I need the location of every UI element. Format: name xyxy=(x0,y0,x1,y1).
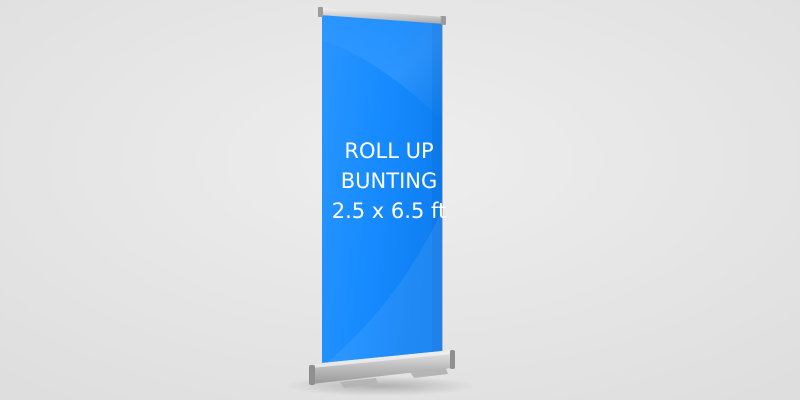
banner-line-2: BUNTING xyxy=(340,169,438,193)
banner-text: ROLL UP BUNTING 2.5 x 6.5 ft xyxy=(322,136,456,226)
banner-line-1: ROLL UP xyxy=(344,139,434,163)
top-rail-cap-left xyxy=(318,7,323,17)
base-end-cap-right xyxy=(450,350,455,369)
base-end-cap-left xyxy=(309,365,315,385)
roll-up-banner-scene: ROLL UP BUNTING 2.5 x 6.5 ft xyxy=(0,0,800,400)
top-rail-cap-right xyxy=(441,16,446,25)
banner-line-3: 2.5 x 6.5 ft xyxy=(331,199,447,223)
